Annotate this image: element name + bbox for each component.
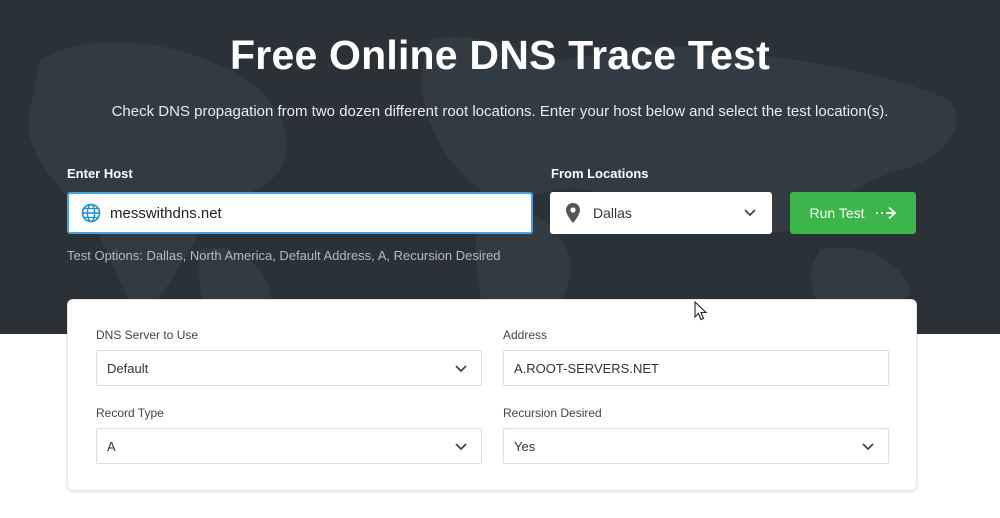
mouse-cursor-icon [694, 301, 708, 321]
dns-server-value: Default [107, 360, 149, 376]
globe-icon [81, 203, 101, 223]
recursion-label: Recursion Desired [503, 406, 602, 420]
record-type-label: Record Type [96, 406, 164, 420]
locations-selected-value: Dallas [593, 205, 632, 221]
host-input-box[interactable] [67, 192, 533, 234]
chevron-down-icon [744, 209, 756, 217]
address-value: A.ROOT-SERVERS.NET [514, 360, 659, 376]
locations-select[interactable]: Dallas [550, 192, 772, 234]
record-type-value: A [107, 438, 116, 454]
dns-server-label: DNS Server to Use [96, 328, 199, 342]
record-type-select[interactable]: A [96, 428, 482, 464]
page-subtitle: Check DNS propagation from two dozen dif… [111, 103, 889, 120]
run-test-label: Run Test [809, 205, 865, 221]
host-input[interactable] [110, 198, 510, 228]
chevron-down-icon [455, 443, 467, 451]
chevron-down-icon [862, 443, 874, 451]
options-card: DNS Server to Use Default Address A.ROOT… [67, 299, 917, 491]
run-test-button[interactable]: Run Test [790, 192, 916, 234]
map-pin-icon [566, 203, 580, 223]
locations-label: From Locations [551, 166, 649, 181]
test-options-summary: Test Options: Dallas, North America, Def… [67, 248, 501, 263]
chevron-down-icon [455, 365, 467, 373]
address-input[interactable]: A.ROOT-SERVERS.NET [503, 350, 889, 386]
recursion-select[interactable]: Yes [503, 428, 889, 464]
page-title: Free Online DNS Trace Test [230, 32, 770, 78]
address-label: Address [503, 328, 548, 342]
dns-server-select[interactable]: Default [96, 350, 482, 386]
host-label: Enter Host [67, 166, 133, 181]
recursion-value: Yes [514, 438, 536, 454]
hero-section: Free Online DNS Trace Test Check DNS pro… [0, 0, 1000, 334]
arrow-right-icon [875, 206, 896, 220]
